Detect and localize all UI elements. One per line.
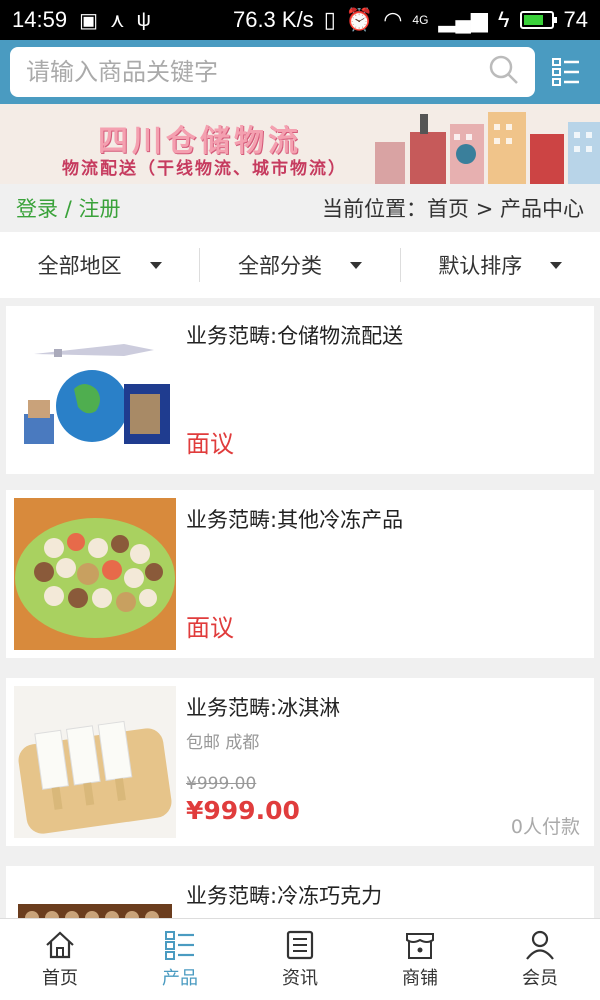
- filter-sort[interactable]: 默认排序: [399, 248, 600, 282]
- search-bar: [0, 40, 600, 104]
- search-input[interactable]: [26, 58, 489, 86]
- shop-icon: [406, 932, 434, 959]
- product-image-frozen-food: [14, 498, 176, 650]
- status-bar: 14:59 ▣ ⋏ ψ 76.3 K/s ▯ ⏰ ◠ 4G ▂▄▆ ϟ 74: [0, 0, 600, 40]
- location-bar: 登录 / 注册 当前位置：首页 > 产品中心: [0, 184, 600, 232]
- home-icon: [46, 931, 74, 958]
- share-icon: ⋏: [109, 9, 125, 32]
- caret-down-icon: [550, 261, 563, 269]
- product-price: ¥999.00: [186, 796, 300, 825]
- product-name: 业务范畴:冰淇淋: [186, 696, 341, 720]
- auth-links: 登录 / 注册: [16, 193, 120, 223]
- vibrate-icon: ▯: [323, 7, 336, 32]
- charging-icon: ϟ: [497, 7, 510, 32]
- list-menu-icon: [552, 58, 579, 86]
- network-speed: 76.3 K/s: [232, 7, 314, 32]
- product-name: 业务范畴:冷冻巧克力: [186, 884, 383, 908]
- auth-separator: /: [64, 197, 72, 221]
- tab-member[interactable]: 会员: [480, 919, 600, 1000]
- tab-products-label: 产品: [162, 967, 198, 989]
- product-image-chocolate: [14, 874, 176, 918]
- filter-sort-label: 默认排序: [438, 254, 523, 278]
- tab-member-label: 会员: [522, 967, 558, 989]
- product-card[interactable]: 业务范畴:其他冷冻产品 面议: [6, 490, 594, 658]
- product-price: 面议: [186, 430, 234, 458]
- tab-home-label: 首页: [42, 967, 78, 989]
- product-paid-count: 0人付款: [510, 816, 580, 838]
- product-name: 业务范畴:其他冷冻产品: [186, 508, 404, 532]
- image-icon: ▣: [79, 9, 98, 32]
- tab-home[interactable]: 首页: [0, 919, 120, 1000]
- wifi-icon: ◠: [383, 7, 403, 32]
- category-menu-button[interactable]: [551, 55, 581, 89]
- breadcrumb: 当前位置：首页 > 产品中心: [322, 197, 584, 221]
- register-link[interactable]: 注册: [78, 197, 120, 221]
- product-image-logistics: [14, 314, 176, 466]
- search-icon[interactable]: [489, 55, 519, 89]
- product-name: 业务范畴:仓储物流配送: [186, 324, 404, 348]
- tab-shops-label: 商铺: [402, 967, 438, 989]
- alarm-icon: ⏰: [345, 7, 374, 32]
- product-card[interactable]: 业务范畴:冰淇淋 包邮 成都 ¥999.00 ¥999.00 0人付款: [6, 678, 594, 846]
- product-card[interactable]: 业务范畴:仓储物流配送 面议: [6, 306, 594, 474]
- promo-banner[interactable]: 四川仓储物流 物流配送（干线物流、城市物流）: [0, 104, 600, 184]
- product-tags: 包邮 成都: [186, 733, 260, 753]
- user-icon: [526, 930, 554, 960]
- login-link[interactable]: 登录: [16, 197, 58, 221]
- tab-products[interactable]: 产品: [120, 919, 240, 1000]
- filter-region[interactable]: 全部地区: [0, 248, 199, 282]
- product-list-icon: [165, 930, 194, 960]
- filter-category-label: 全部分类: [237, 254, 322, 278]
- network-type: 4G: [412, 13, 429, 27]
- caret-down-icon: [149, 261, 162, 269]
- tab-news[interactable]: 资讯: [240, 919, 360, 1000]
- tab-shops[interactable]: 商铺: [360, 919, 480, 1000]
- product-list: 业务范畴:仓储物流配送 面议 业务范畴:其他冷冻产品 面议 业务范畴:冰淇淋 包…: [0, 306, 600, 918]
- signal-icon: ▂▄▆: [438, 7, 488, 32]
- filter-bar: 全部地区 全部分类 默认排序: [0, 232, 600, 298]
- battery-icon: [519, 11, 557, 29]
- product-price: 面议: [186, 614, 234, 642]
- product-card[interactable]: 业务范畴:冷冻巧克力: [6, 866, 594, 918]
- factory-illustration: [375, 112, 600, 184]
- banner-subtitle: 物流配送（干线物流、城市物流）: [62, 159, 347, 179]
- usb-icon: ψ: [136, 8, 151, 31]
- product-image-ice-cream: [14, 686, 176, 838]
- caret-down-icon: [349, 261, 362, 269]
- search-box[interactable]: [10, 47, 535, 97]
- news-icon: [286, 930, 314, 959]
- battery-level: 74: [563, 7, 588, 32]
- tab-news-label: 资讯: [282, 967, 318, 989]
- clock: 14:59: [12, 7, 68, 32]
- filter-region-label: 全部地区: [37, 254, 122, 278]
- bottom-tab-bar: 首页 产品 资讯 商铺 会员: [0, 918, 600, 1000]
- filter-category[interactable]: 全部分类: [199, 248, 399, 282]
- product-original-price: ¥999.00: [186, 774, 257, 794]
